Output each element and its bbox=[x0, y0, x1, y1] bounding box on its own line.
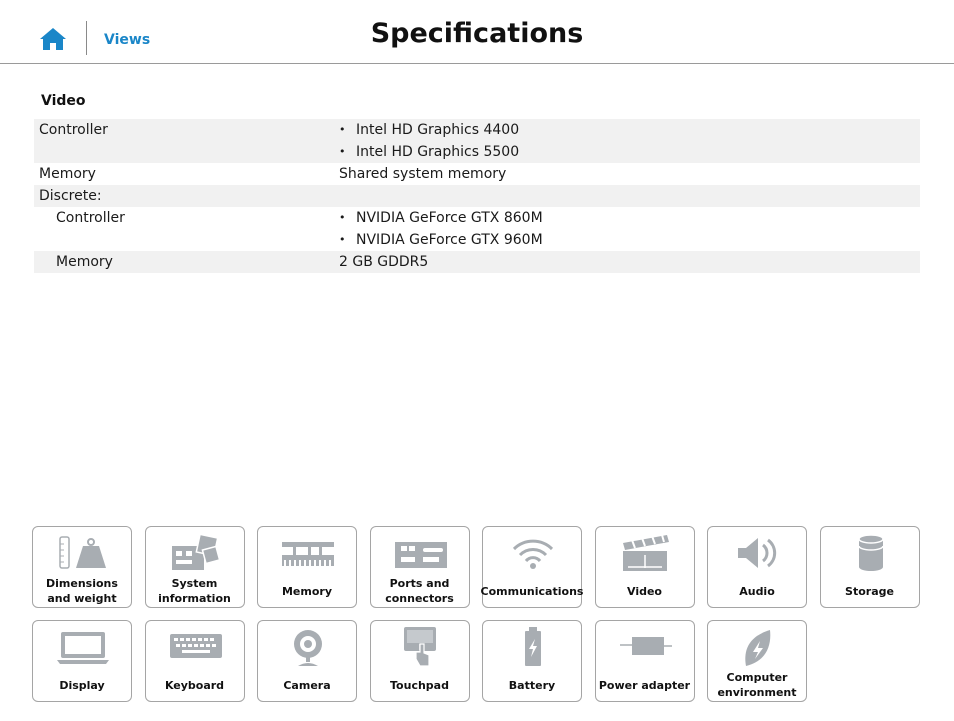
tile-label: Storage bbox=[845, 584, 894, 598]
tile-label: Memory bbox=[281, 584, 333, 598]
tile-label: Computer environment bbox=[717, 671, 797, 699]
tile-display[interactable]: Display bbox=[32, 620, 132, 702]
tile-storage[interactable]: Storage bbox=[819, 526, 920, 608]
tile-label: Communications bbox=[480, 584, 584, 598]
table-row: Memory 2 GB GDDR5 bbox=[34, 251, 920, 273]
tile-label: Dimensions and weight bbox=[46, 577, 118, 605]
battery-icon bbox=[525, 627, 541, 666]
row-label: Memory bbox=[56, 254, 113, 270]
header-bar: Views Specifications bbox=[0, 0, 954, 64]
row-label: Discrete: bbox=[39, 188, 102, 204]
page-title: Specifications bbox=[370, 18, 584, 49]
table-row: Controller Intel HD Graphics 4400 Intel … bbox=[34, 119, 920, 163]
tile-ports-and-connectors[interactable]: Ports and connectors bbox=[369, 526, 470, 608]
tile-label: Ports and connectors bbox=[385, 577, 454, 605]
table-row: Controller NVIDIA GeForce GTX 860M NVIDI… bbox=[34, 207, 920, 251]
tile-label: Display bbox=[59, 678, 105, 692]
wifi-icon bbox=[512, 539, 554, 569]
row-label: Controller bbox=[39, 122, 108, 138]
speaker-icon bbox=[738, 538, 777, 568]
section-title: Video bbox=[41, 93, 86, 109]
tile-label: Video bbox=[627, 584, 662, 598]
tile-power-adapter[interactable]: Power adapter bbox=[594, 620, 695, 702]
tile-label: Audio bbox=[739, 584, 775, 598]
tile-battery[interactable]: Battery bbox=[482, 620, 582, 702]
row-value: NVIDIA GeForce GTX 960M bbox=[339, 229, 920, 251]
tile-video[interactable]: Video bbox=[594, 526, 695, 608]
row-value: 2 GB GDDR5 bbox=[339, 254, 429, 270]
memory-module-icon bbox=[282, 542, 334, 566]
motherboard-icon bbox=[171, 533, 220, 570]
clapperboard-icon bbox=[622, 534, 669, 571]
tile-label: Camera bbox=[283, 678, 331, 692]
row-label: Memory bbox=[39, 166, 96, 182]
tile-label: Keyboard bbox=[164, 678, 225, 692]
table-row: Memory Shared system memory bbox=[34, 163, 920, 185]
row-label: Controller bbox=[56, 210, 125, 226]
tile-label: Power adapter bbox=[598, 678, 691, 692]
tile-system-information[interactable]: System information bbox=[144, 526, 245, 608]
tile-label: Battery bbox=[508, 678, 556, 692]
tile-touchpad[interactable]: Touchpad bbox=[369, 620, 470, 702]
storage-drive-icon bbox=[857, 534, 884, 571]
weight-icon bbox=[59, 536, 106, 569]
tile-memory[interactable]: Memory bbox=[257, 526, 357, 608]
tile-label: System information bbox=[158, 577, 231, 605]
tile-camera[interactable]: Camera bbox=[257, 620, 357, 702]
tile-computer-environment[interactable]: Computer environment bbox=[707, 620, 807, 702]
row-value: NVIDIA GeForce GTX 860M bbox=[339, 207, 920, 229]
touchpad-icon bbox=[403, 627, 436, 667]
tile-label: Touchpad bbox=[390, 678, 449, 692]
laptop-display-icon bbox=[57, 632, 109, 664]
tile-communications[interactable]: Communications bbox=[480, 526, 584, 608]
tile-keyboard[interactable]: Keyboard bbox=[144, 620, 245, 702]
tile-audio[interactable]: Audio bbox=[707, 526, 807, 608]
row-value: Intel HD Graphics 4400 bbox=[339, 119, 920, 141]
keyboard-icon bbox=[169, 634, 222, 658]
leaf-icon bbox=[745, 630, 771, 666]
power-adapter-icon bbox=[619, 637, 672, 655]
row-value: Shared system memory bbox=[339, 166, 507, 182]
tile-dimensions-and-weight[interactable]: Dimensions and weight bbox=[32, 526, 132, 608]
webcam-icon bbox=[294, 630, 322, 666]
table-row: Discrete: bbox=[34, 185, 920, 207]
ports-icon bbox=[394, 542, 447, 568]
row-value: Intel HD Graphics 5500 bbox=[339, 141, 920, 163]
spec-table: Controller Intel HD Graphics 4400 Intel … bbox=[34, 119, 920, 273]
